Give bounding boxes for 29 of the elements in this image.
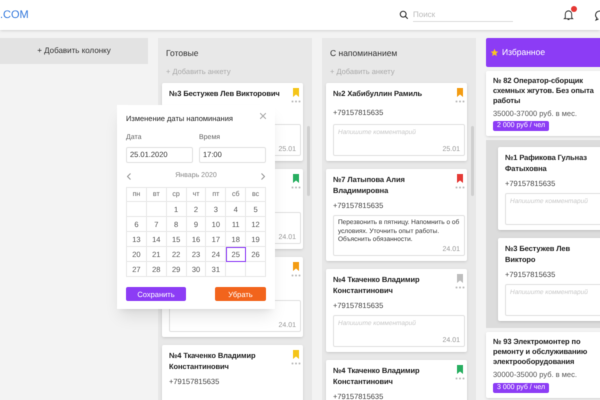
more-icon[interactable]	[455, 100, 465, 103]
bookmark-icon[interactable]	[457, 174, 463, 183]
star-icon	[490, 48, 499, 57]
more-icon[interactable]	[291, 274, 301, 277]
empty-day-cell	[226, 262, 246, 278]
more-icon[interactable]	[455, 376, 465, 380]
bell-icon[interactable]	[563, 9, 574, 21]
logo[interactable]: .COM	[0, 6, 29, 24]
add-column-button[interactable]: + Добавить колонку	[0, 38, 148, 64]
column-title: Избранное	[502, 46, 546, 59]
empty-day-cell	[246, 262, 266, 278]
column-title: С напоминанием	[329, 47, 398, 60]
bookmark-icon[interactable]	[457, 364, 463, 374]
more-icon[interactable]	[291, 362, 301, 365]
close-icon[interactable]	[260, 113, 266, 119]
search-icon[interactable]	[399, 10, 409, 20]
chevron-left-icon[interactable]	[127, 172, 131, 180]
more-icon[interactable]	[455, 286, 465, 288]
column-title: Готовые	[165, 47, 200, 60]
bookmark-icon[interactable]	[457, 274, 463, 282]
more-icon[interactable]	[455, 186, 465, 189]
chat-icon[interactable]	[592, 9, 600, 21]
more-icon[interactable]	[291, 186, 301, 189]
more-icon[interactable]	[291, 100, 301, 103]
bookmark-icon[interactable]	[293, 262, 299, 271]
search-field[interactable]: Поиск	[413, 8, 513, 22]
bookmark-icon[interactable]	[457, 88, 463, 97]
bookmark-icon[interactable]	[293, 174, 299, 183]
chevron-right-icon[interactable]	[260, 172, 265, 180]
